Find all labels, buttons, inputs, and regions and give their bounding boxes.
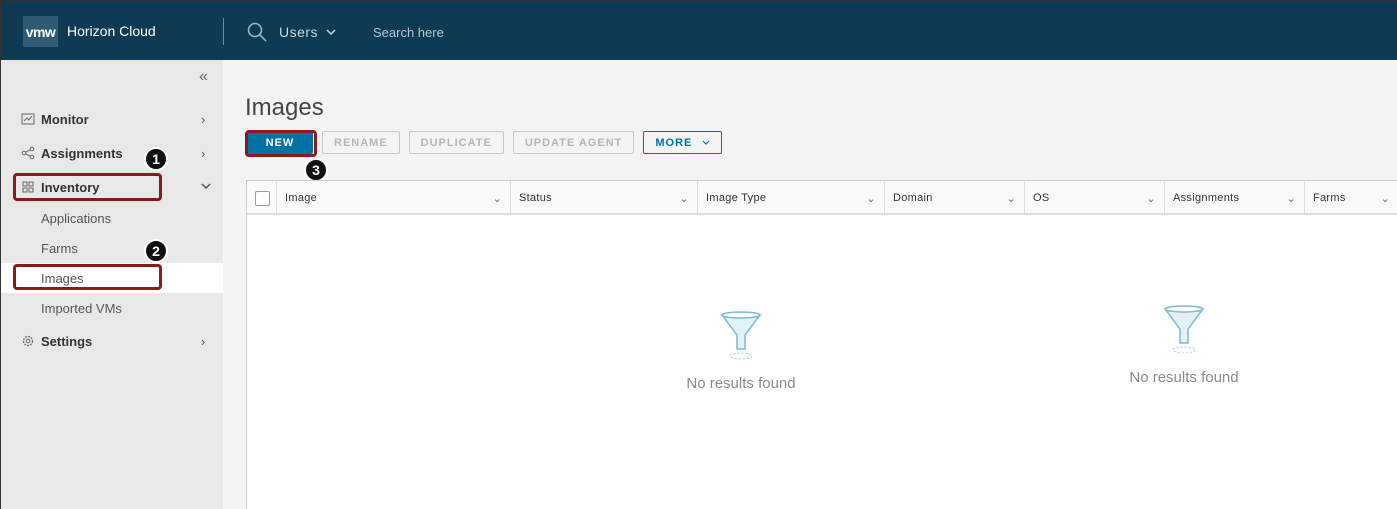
- column-label: Image: [285, 192, 318, 204]
- main-content: Images NEW RENAME DUPLICATE UPDATE AGENT…: [223, 60, 1397, 509]
- column-label: Assignments: [1173, 192, 1240, 204]
- search-icon[interactable]: [247, 22, 267, 42]
- search-input[interactable]: [367, 19, 667, 45]
- chevron-down-icon: ⌄: [1006, 192, 1016, 205]
- sidebar-item-label: Monitor: [41, 111, 89, 127]
- chevron-down-icon: [326, 29, 336, 35]
- search-scope-label: Users: [279, 24, 319, 40]
- chevron-right-icon: ›: [201, 111, 206, 127]
- chevron-down-icon: ⌄: [679, 192, 689, 205]
- sidebar-item-label: Settings: [41, 333, 93, 349]
- sidebar-item-settings[interactable]: Settings ›: [1, 326, 223, 356]
- funnel-icon: [720, 311, 762, 360]
- empty-state-text: No results found: [686, 375, 796, 392]
- gear-icon: [22, 335, 34, 347]
- sidebar-subitem-label: Images: [41, 270, 84, 286]
- top-header: vmw Horizon Cloud Users: [1, 1, 1397, 60]
- header-divider: [223, 18, 224, 45]
- empty-state-text: No results found: [1129, 369, 1239, 386]
- step-badge-1: 1: [144, 147, 168, 171]
- select-all-checkbox[interactable]: [255, 191, 270, 206]
- column-header-farms[interactable]: Farms ⌄: [1304, 181, 1397, 215]
- empty-state: No results found: [1114, 305, 1254, 386]
- sidebar-subitem-label: Farms: [41, 240, 78, 256]
- sidebar-item-inventory[interactable]: Inventory: [1, 172, 223, 202]
- column-label: Image Type: [706, 192, 767, 204]
- rename-button[interactable]: RENAME: [322, 131, 400, 154]
- images-datagrid: Image ⌄ Status ⌄ Image Type ⌄ Domain ⌄ OS ⌄ A…: [246, 180, 1397, 509]
- column-header-image-type[interactable]: Image Type ⌄: [697, 181, 884, 215]
- chevron-right-icon: ›: [201, 145, 206, 161]
- column-label: OS: [1033, 192, 1050, 204]
- update-agent-button[interactable]: UPDATE AGENT: [512, 131, 635, 154]
- sidebar-subitem-label: Imported VMs: [41, 300, 122, 316]
- page-title: Images: [245, 94, 324, 121]
- chevron-down-icon: ⌄: [1146, 192, 1156, 205]
- column-header-status[interactable]: Status ⌄: [510, 181, 697, 215]
- step-badge-3: 3: [304, 158, 328, 182]
- column-header-domain[interactable]: Domain ⌄: [884, 181, 1024, 215]
- sidebar-item-label: Assignments: [41, 145, 123, 161]
- grid-icon: [22, 181, 34, 193]
- empty-state: No results found: [671, 311, 811, 392]
- column-label: Farms: [1313, 192, 1346, 204]
- funnel-icon: [1163, 305, 1205, 354]
- share-icon: [21, 146, 35, 160]
- chevron-right-icon: ›: [201, 333, 206, 349]
- column-header-os[interactable]: OS ⌄: [1024, 181, 1164, 215]
- sidebar-subitem-label: Applications: [41, 210, 112, 226]
- chevron-down-icon: ⌄: [1286, 192, 1296, 205]
- vmware-logo[interactable]: vmw: [23, 16, 58, 47]
- column-header-image[interactable]: Image ⌄: [276, 181, 510, 215]
- more-button[interactable]: MORE: [643, 131, 723, 154]
- chevron-down-icon: ⌄: [866, 192, 876, 205]
- sidebar-subitem-farms[interactable]: Farms: [1, 233, 223, 263]
- chart-icon: [21, 113, 35, 125]
- sidebar-subitem-imported-vms[interactable]: Imported VMs: [1, 293, 223, 323]
- collapse-sidebar-icon[interactable]: «: [199, 68, 208, 86]
- column-header-assignments[interactable]: Assignments ⌄: [1164, 181, 1304, 215]
- more-button-label: MORE: [655, 136, 693, 149]
- column-label: Status: [519, 192, 552, 204]
- app-title[interactable]: Horizon Cloud: [67, 23, 156, 39]
- chevron-down-icon: [702, 140, 710, 145]
- sidebar-subitem-images[interactable]: Images: [1, 263, 223, 293]
- sidebar-item-monitor[interactable]: Monitor ›: [1, 104, 223, 134]
- sidebar-subitem-applications[interactable]: Applications: [1, 203, 223, 233]
- sidebar-item-assignments[interactable]: Assignments ›: [1, 138, 223, 168]
- sidebar: « Monitor › Assignments › Inventory Appl…: [1, 60, 223, 509]
- new-button[interactable]: NEW: [247, 131, 313, 154]
- toolbar: NEW RENAME DUPLICATE UPDATE AGENT MORE: [247, 131, 723, 154]
- search-scope-dropdown[interactable]: Users: [279, 24, 336, 40]
- duplicate-button[interactable]: DUPLICATE: [408, 131, 504, 154]
- chevron-down-icon: [201, 183, 211, 189]
- datagrid-header: Image ⌄ Status ⌄ Image Type ⌄ Domain ⌄ OS ⌄ A…: [247, 181, 1397, 215]
- column-label: Domain: [893, 192, 933, 204]
- chevron-down-icon: ⌄: [492, 192, 502, 205]
- chevron-down-icon: ⌄: [1380, 192, 1390, 205]
- sidebar-item-label: Inventory: [41, 179, 100, 195]
- step-badge-2: 2: [144, 239, 168, 263]
